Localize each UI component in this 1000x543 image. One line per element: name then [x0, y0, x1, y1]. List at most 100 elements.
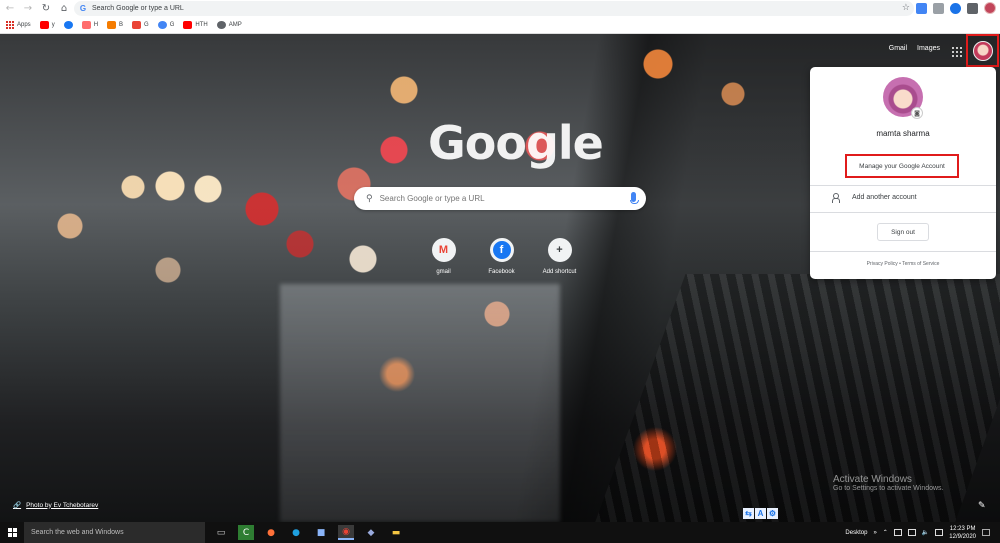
- desktop-toolbar[interactable]: Desktop: [845, 530, 867, 536]
- legal-links[interactable]: Privacy Policy • Terms of Service: [810, 261, 996, 267]
- photo-credit-link[interactable]: 🔗 Photo by Ev Tchebotarev: [13, 501, 98, 510]
- google-icon: [157, 21, 167, 29]
- bookmark-label: Apps: [17, 22, 31, 28]
- top-links: Gmail Images: [889, 45, 940, 52]
- account-name: mamta sharma: [876, 129, 930, 138]
- activation-watermark: Activate Windows Go to Settings to activ…: [833, 474, 944, 492]
- file-explorer-icon[interactable]: ▬: [388, 525, 404, 540]
- gmail-icon: [132, 21, 142, 29]
- reload-icon[interactable]: ↻: [38, 1, 54, 17]
- start-button[interactable]: [0, 522, 24, 543]
- bookmark-label: HTH: [195, 22, 208, 28]
- shortcut-label: gmail: [436, 269, 451, 275]
- floating-toolbar: ⇆ A ⚙: [743, 508, 778, 519]
- images-link[interactable]: Images: [917, 45, 940, 52]
- browser-toolbar: ← → ↻ ⌂ G Search Google or type a URL ☆ …: [0, 0, 1000, 17]
- app-icon[interactable]: ■: [313, 525, 329, 540]
- account-popup: ◙ mamta sharma Manage your Google Accoun…: [810, 67, 996, 279]
- font-icon[interactable]: A: [755, 508, 766, 519]
- camera-icon[interactable]: ◙: [911, 107, 923, 119]
- omnibox[interactable]: G Search Google or type a URL ☆: [74, 1, 914, 16]
- bookmark-google[interactable]: G: [157, 21, 175, 29]
- divider: [810, 212, 996, 213]
- shortcut-label: Add shortcut: [542, 269, 577, 275]
- profile-avatar-icon[interactable]: [984, 2, 996, 14]
- bookmark-hth[interactable]: HTH: [183, 21, 208, 29]
- chrome-icon[interactable]: ◉: [338, 525, 354, 540]
- shortcut-facebook[interactable]: f Facebook: [481, 238, 522, 275]
- plus-icon: +: [547, 238, 572, 262]
- facebook-icon: [63, 21, 73, 29]
- bookmark-gmail[interactable]: G: [132, 21, 149, 29]
- extension-icon[interactable]: [950, 2, 961, 14]
- youtube-icon: [39, 21, 49, 29]
- amp-icon: [216, 21, 226, 29]
- background-photo: [280, 284, 560, 522]
- chevron-icon[interactable]: »: [873, 530, 876, 536]
- bookmark-label: H: [93, 22, 99, 28]
- new-tab-page: Gmail Images Google ⚲ M gmail f Facebook…: [0, 34, 1000, 522]
- forward-arrow-icon[interactable]: →: [20, 1, 36, 17]
- divider: [810, 251, 996, 252]
- add-account-button[interactable]: Add another account: [832, 193, 917, 203]
- time: 12:23 PM: [949, 525, 976, 532]
- bookmark-label: y: [51, 22, 55, 28]
- bookmark-label: G: [144, 22, 149, 28]
- bookmark-label: B: [119, 22, 124, 28]
- bookmark-label: G: [169, 22, 175, 28]
- watermark-subtitle: Go to Settings to activate Windows.: [833, 485, 944, 492]
- date: 12/9/2020: [949, 533, 976, 540]
- shortcut-add[interactable]: + Add shortcut: [539, 238, 580, 275]
- watermark-title: Activate Windows: [833, 474, 912, 485]
- bookmark-h[interactable]: H: [81, 21, 99, 29]
- extension-icon[interactable]: [933, 2, 944, 14]
- task-view-icon[interactable]: ▭: [213, 525, 229, 540]
- windows-logo-icon: [7, 528, 17, 537]
- bookmark-youtube[interactable]: y: [39, 21, 55, 29]
- volume-icon[interactable]: 🔈: [922, 529, 929, 536]
- taskbar-apps: ▭ C ● ● ■ ◉ ◆ ▬: [213, 525, 404, 540]
- shortcut-gmail[interactable]: M gmail: [423, 238, 464, 275]
- search-icon: ⚲: [366, 193, 373, 204]
- sign-out-button[interactable]: Sign out: [877, 223, 929, 241]
- firefox-icon[interactable]: ●: [263, 525, 279, 540]
- battery-icon[interactable]: [893, 529, 902, 536]
- search-box[interactable]: ⚲: [354, 187, 646, 210]
- omnibox-placeholder: Search Google or type a URL: [92, 5, 184, 12]
- shortcut-label: Facebook: [488, 269, 515, 275]
- youtube-icon: [183, 21, 193, 29]
- camtasia-icon[interactable]: C: [238, 525, 254, 540]
- gmail-link[interactable]: Gmail: [889, 45, 907, 52]
- back-arrow-icon[interactable]: ←: [2, 1, 18, 17]
- avatar: [972, 40, 993, 61]
- shortcuts: M gmail f Facebook + Add shortcut: [423, 238, 580, 275]
- account-button[interactable]: [966, 34, 999, 67]
- chevron-up-icon[interactable]: ⌃: [883, 529, 888, 536]
- puzzle-extensions-icon[interactable]: [967, 2, 978, 14]
- clock[interactable]: 12:23 PM 12/9/2020: [949, 525, 976, 541]
- edge-icon[interactable]: ●: [288, 525, 304, 540]
- bookmark-facebook[interactable]: [63, 21, 73, 29]
- gear-icon[interactable]: ⚙: [767, 508, 778, 519]
- bookmark-blogger[interactable]: B: [107, 21, 123, 29]
- manage-account-button[interactable]: Manage your Google Account: [845, 154, 959, 178]
- bookmark-apps[interactable]: Apps: [6, 21, 31, 29]
- customize-pencil-icon[interactable]: ✎: [978, 501, 986, 511]
- microphone-icon[interactable]: [630, 192, 639, 204]
- app-icon[interactable]: ◆: [363, 525, 379, 540]
- translate-icon[interactable]: ⇆: [743, 508, 754, 519]
- home-icon[interactable]: ⌂: [56, 1, 72, 17]
- search-input[interactable]: [379, 194, 610, 203]
- google-apps-icon[interactable]: [952, 47, 962, 57]
- taskbar-search[interactable]: Search the web and Windows: [24, 522, 205, 543]
- keyboard-icon[interactable]: [935, 529, 944, 536]
- google-logo: Google: [428, 116, 604, 170]
- add-account-label: Add another account: [852, 194, 917, 201]
- bookmark-icon: [81, 21, 91, 29]
- translate-extension-icon[interactable]: [916, 2, 927, 14]
- bookmark-star-icon[interactable]: ☆: [902, 3, 910, 13]
- notification-icon[interactable]: [982, 529, 990, 536]
- network-icon[interactable]: [907, 529, 916, 536]
- extensions-area: ⋮: [916, 2, 1000, 14]
- bookmark-amp[interactable]: AMP: [216, 21, 242, 29]
